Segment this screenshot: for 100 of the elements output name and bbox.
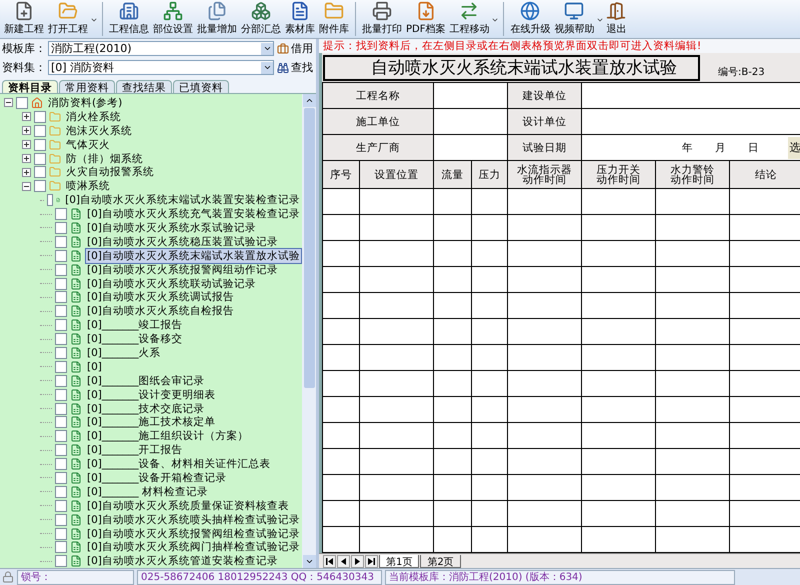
tree-item[interactable]: [0]_______设备、材料相关证件汇总表 — [85, 456, 273, 472]
sheet-tab[interactable]: 第1页 — [379, 555, 420, 568]
checkbox[interactable] — [55, 305, 67, 318]
expand-toggle[interactable] — [22, 126, 31, 136]
tree-item[interactable]: 喷淋系统 — [64, 178, 112, 194]
borrow-button[interactable]: 借用 — [276, 41, 314, 56]
tree-item[interactable]: [0]_______技术交底记录 — [85, 400, 207, 417]
tree-item[interactable]: [0]_______设备移交 — [85, 331, 185, 348]
checkbox[interactable] — [55, 541, 67, 554]
tree-item[interactable]: [0]自动喷水灭火系统水泵试验记录 — [85, 220, 258, 236]
tree-item[interactable]: [0]_______设备开箱检查记录 — [85, 470, 229, 486]
tree-item[interactable]: [0]_______火系 — [85, 344, 163, 361]
tree-item[interactable]: [0]自动喷水灭火系统自检报告 — [85, 303, 236, 320]
tree-item[interactable]: [0]自动喷水灭火系统喷头抽样检查试验记录 — [85, 512, 302, 528]
checkbox[interactable] — [55, 444, 67, 456]
tab[interactable]: 已填资料 — [173, 80, 229, 93]
toolbar-button[interactable]: 工程信息 — [107, 0, 151, 38]
expand-toggle[interactable] — [22, 140, 31, 150]
tree-item[interactable]: 防（排）烟系统 — [64, 150, 145, 167]
checkbox[interactable] — [55, 333, 67, 346]
checkbox[interactable] — [55, 291, 67, 304]
tab[interactable]: 常用资料 — [59, 80, 115, 93]
checkbox[interactable] — [55, 264, 67, 276]
expand-toggle[interactable] — [22, 168, 31, 177]
checkbox[interactable] — [55, 430, 67, 442]
checkbox[interactable] — [55, 346, 67, 359]
toolbar-button[interactable]: 附件库 — [317, 0, 351, 38]
sheet-nav-button[interactable] — [351, 555, 364, 568]
date-picker-button[interactable]: 选 — [788, 136, 800, 158]
toolbar-button[interactable]: 批量打印 — [360, 0, 404, 38]
checkbox[interactable] — [55, 528, 67, 540]
checkbox[interactable] — [55, 514, 67, 526]
tree-item[interactable]: 消火栓系统 — [64, 108, 123, 125]
checkbox[interactable] — [55, 278, 67, 290]
checkbox[interactable] — [34, 138, 46, 151]
checkbox[interactable] — [34, 152, 46, 164]
checkbox[interactable] — [34, 180, 46, 192]
sheet-nav-button[interactable] — [337, 555, 350, 568]
search-button[interactable]: 查找 — [276, 60, 314, 75]
tree-item[interactable]: [0]_______施工组织设计（方案） — [85, 428, 251, 444]
tree-item[interactable]: [0]_______图纸会审记录 — [85, 372, 207, 389]
checkbox[interactable] — [55, 374, 67, 387]
collapse-toggle[interactable] — [22, 182, 31, 191]
toolbar-button[interactable]: 打开工程 — [46, 0, 90, 38]
scrollbar[interactable] — [302, 94, 316, 568]
sheet-nav-button[interactable] — [365, 555, 378, 568]
checkbox[interactable] — [55, 486, 67, 498]
checkbox[interactable] — [55, 319, 67, 332]
caret-icon[interactable] — [596, 16, 604, 24]
dropdown[interactable]: 消防工程(2010) — [48, 41, 274, 56]
toolbar-button[interactable]: 工程移动 — [447, 0, 492, 38]
tree-item[interactable]: [0]自动喷水灭火系统阀门抽样检查试验记录 — [85, 539, 302, 556]
collapse-toggle[interactable] — [4, 98, 13, 108]
tree-item[interactable]: [0]_______施工技术核定单 — [85, 414, 218, 430]
tree-item[interactable]: 泡沫灭火系统 — [64, 122, 134, 139]
tree-item[interactable]: [0]自动喷水灭火系统充气装置安装检查记录 — [85, 206, 302, 222]
tree-item[interactable]: [0]_______设计变更明细表 — [85, 386, 218, 403]
toolbar-button[interactable]: 在线升级 — [508, 0, 552, 38]
tree-item[interactable]: [0]自动喷水灭火系统稳压装置试验记录 — [85, 234, 280, 250]
checkbox[interactable] — [55, 458, 67, 470]
tree-item[interactable]: [0]_______ 材料检查记录 — [85, 484, 210, 500]
checkbox[interactable] — [47, 194, 53, 206]
toolbar-button[interactable]: 新建工程 — [2, 0, 46, 38]
tree-item[interactable]: [0]_______竣工报告 — [85, 317, 185, 334]
caret-icon[interactable] — [491, 16, 500, 24]
checkbox[interactable] — [55, 402, 67, 415]
checkbox[interactable] — [55, 360, 67, 373]
tree-item[interactable]: [0]自动喷水灭火系统管道安装检查记录 — [85, 553, 280, 568]
tree-item[interactable]: [0]自动喷水灭火系统末端试水装置放水试验 — [85, 248, 302, 264]
checkbox[interactable] — [34, 110, 46, 123]
toolbar-button[interactable]: PDF档案 — [404, 0, 448, 38]
tree-item[interactable]: [0]自动喷水灭火系统联动试验记录 — [85, 276, 258, 292]
toolbar-button[interactable]: 分部汇总 — [239, 0, 283, 38]
caret-icon[interactable] — [90, 16, 98, 24]
tree-item[interactable]: 火灾自动报警系统 — [64, 164, 156, 180]
tree-item[interactable]: [0]自动喷水灭火系统调试报告 — [85, 289, 236, 306]
checkbox[interactable] — [34, 124, 46, 137]
tree-item[interactable]: [0] — [85, 360, 104, 374]
dropdown[interactable]: [0] 消防资料 — [48, 60, 274, 75]
toolbar-button[interactable]: 退出 — [604, 0, 628, 38]
checkbox[interactable] — [55, 388, 67, 401]
checkbox[interactable] — [55, 250, 67, 262]
checkbox[interactable] — [55, 500, 67, 512]
tab[interactable]: 查找结果 — [116, 80, 172, 93]
tab[interactable]: 资料目录 — [2, 80, 58, 93]
checkbox[interactable] — [55, 472, 67, 484]
toolbar-button[interactable]: 部位设置 — [151, 0, 195, 38]
tree-item[interactable]: 消防资料(参考) — [46, 94, 124, 111]
checkbox[interactable] — [55, 208, 67, 220]
checkbox[interactable] — [55, 236, 67, 248]
toolbar-button[interactable]: 视频帮助 — [552, 0, 596, 38]
toolbar-button[interactable]: 素材库 — [283, 0, 317, 38]
checkbox[interactable] — [34, 166, 46, 178]
tree-item[interactable]: [0]自动喷水灭火系统末端试水装置安装检查记录 — [63, 192, 302, 208]
sheet-nav-button[interactable] — [323, 555, 336, 568]
expand-toggle[interactable] — [22, 112, 31, 122]
toolbar-button[interactable]: 批量增加 — [195, 0, 239, 38]
checkbox[interactable] — [55, 416, 67, 428]
tree-item[interactable]: [0]自动喷水灭火系统质量保证资料核查表 — [85, 498, 291, 514]
tree-item[interactable]: [0]自动喷水灭火系统报警阀组检查试验记录 — [85, 526, 302, 542]
